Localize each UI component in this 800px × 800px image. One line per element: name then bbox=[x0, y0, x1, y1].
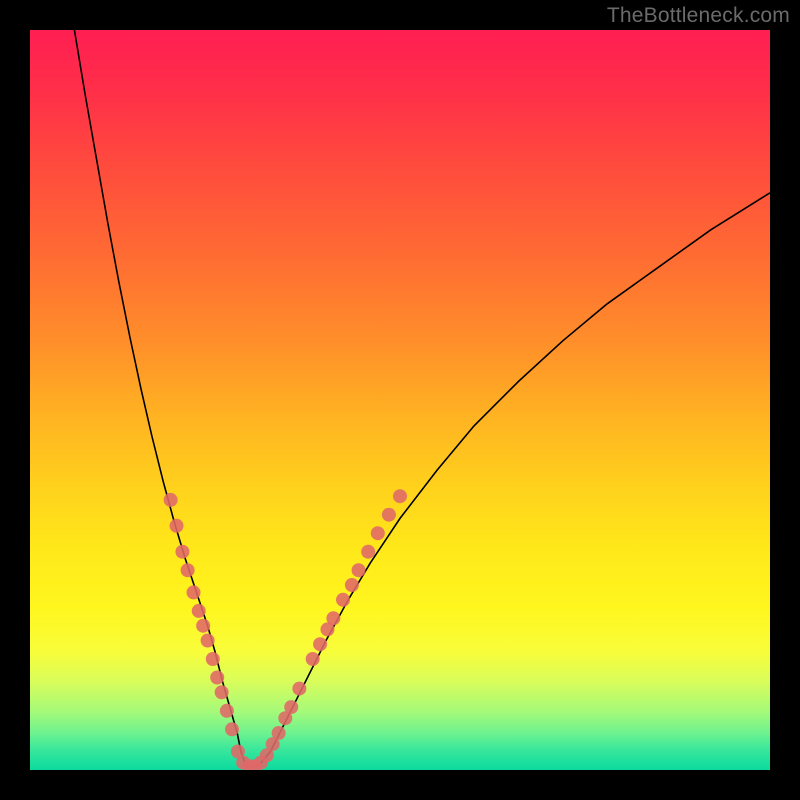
data-marker bbox=[187, 585, 201, 599]
data-marker bbox=[225, 722, 239, 736]
data-marker bbox=[196, 619, 210, 633]
data-marker bbox=[175, 545, 189, 559]
data-marker bbox=[336, 593, 350, 607]
data-marker bbox=[352, 563, 366, 577]
data-marker bbox=[284, 700, 298, 714]
data-marker bbox=[206, 652, 220, 666]
bottleneck-curve bbox=[74, 30, 770, 766]
data-marker bbox=[393, 489, 407, 503]
data-marker bbox=[345, 578, 359, 592]
data-marker bbox=[181, 563, 195, 577]
data-marker bbox=[170, 519, 184, 533]
data-marker bbox=[361, 545, 375, 559]
plot-area bbox=[30, 30, 770, 770]
data-marker bbox=[382, 508, 396, 522]
watermark-text: TheBottleneck.com bbox=[607, 4, 790, 28]
data-marker bbox=[313, 637, 327, 651]
marker-group bbox=[164, 489, 407, 770]
data-marker bbox=[210, 671, 224, 685]
plot-svg bbox=[30, 30, 770, 770]
data-marker bbox=[272, 726, 286, 740]
data-marker bbox=[164, 493, 178, 507]
chart-frame: TheBottleneck.com bbox=[0, 0, 800, 800]
data-marker bbox=[306, 652, 320, 666]
data-marker bbox=[192, 604, 206, 618]
data-marker bbox=[201, 634, 215, 648]
data-marker bbox=[371, 526, 385, 540]
data-marker bbox=[215, 685, 229, 699]
data-marker bbox=[326, 611, 340, 625]
data-marker bbox=[292, 682, 306, 696]
data-marker bbox=[220, 704, 234, 718]
